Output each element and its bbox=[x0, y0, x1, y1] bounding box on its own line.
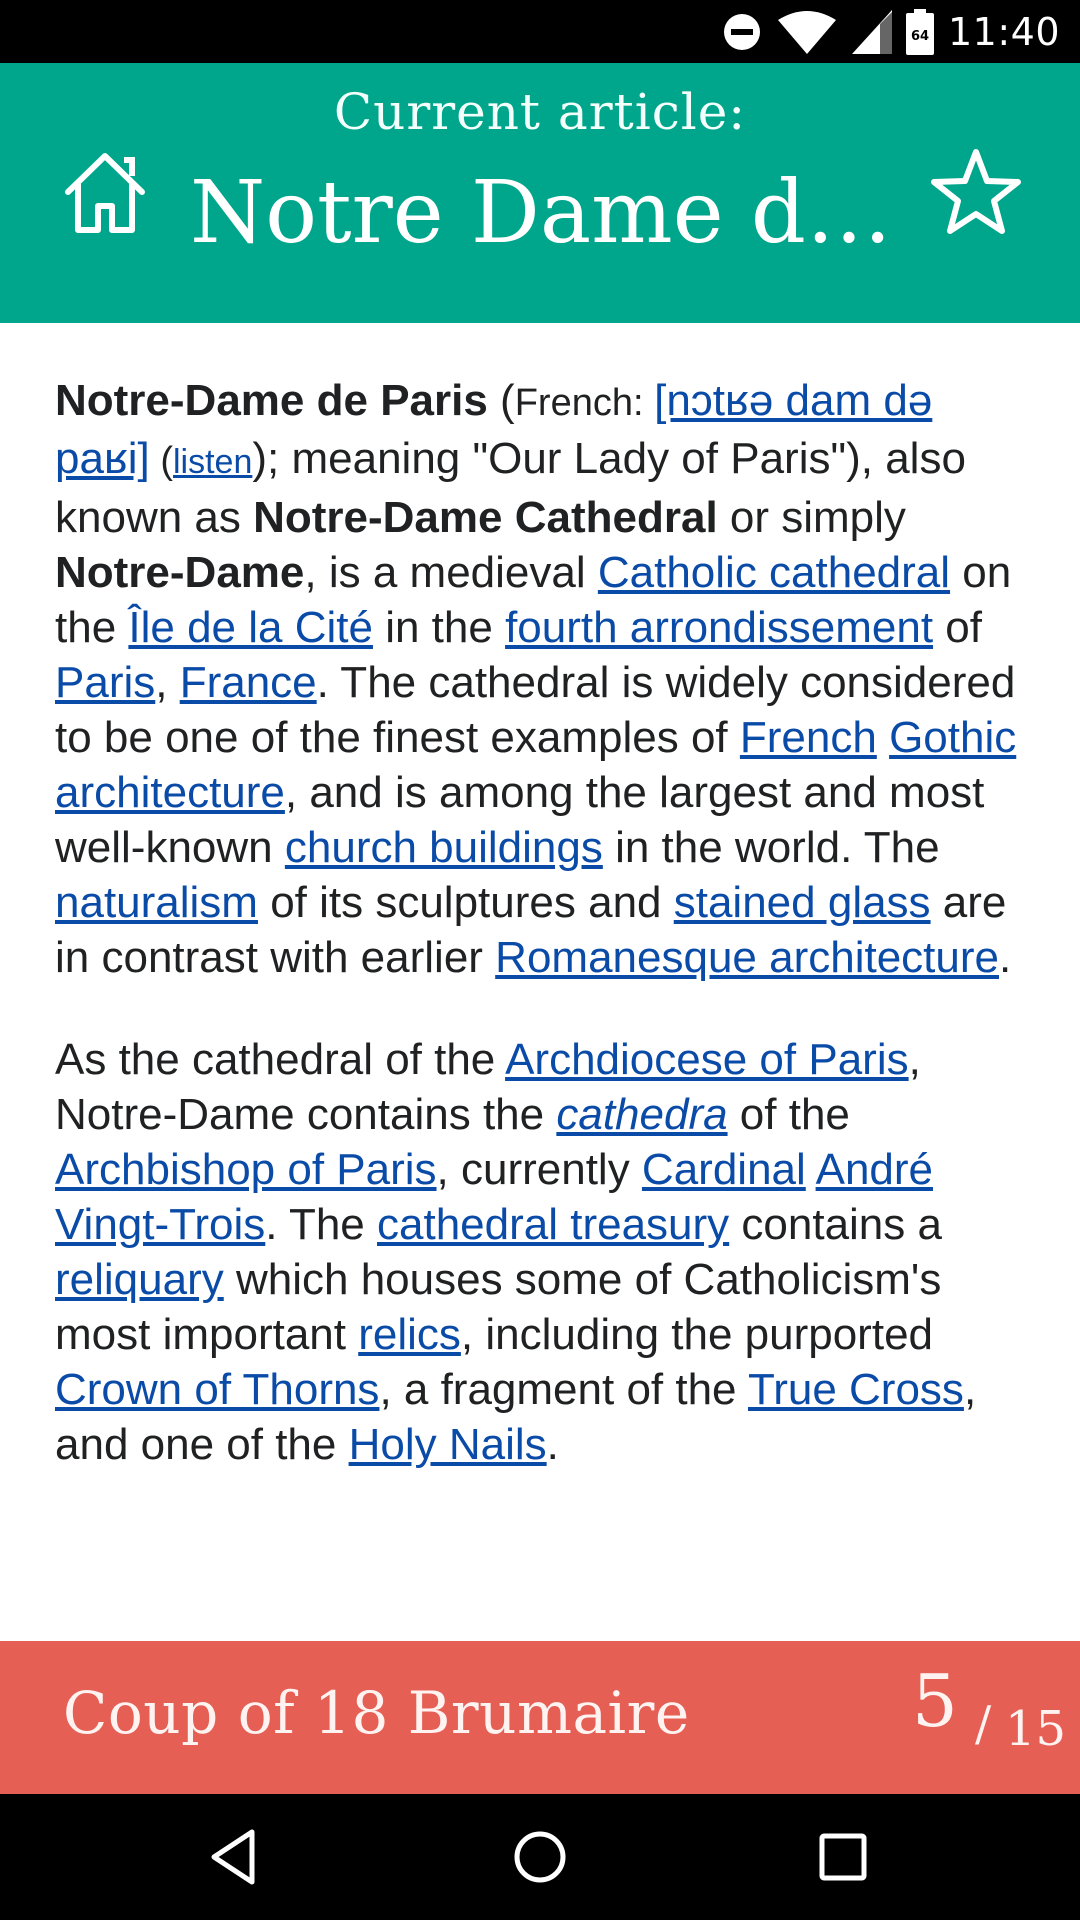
header-bar: Current article: Notre Dame de ... bbox=[0, 63, 1080, 323]
text-span: of bbox=[933, 603, 982, 652]
text-span: . The bbox=[265, 1200, 377, 1249]
text-span: , a fragment of the bbox=[379, 1365, 748, 1414]
link-church-buildings[interactable]: church buildings bbox=[285, 823, 603, 872]
text-span: in the world. The bbox=[602, 823, 940, 872]
home-button[interactable] bbox=[60, 148, 150, 238]
home-circle-icon bbox=[514, 1831, 566, 1883]
link-cathedral-treasury[interactable]: cathedral treasury bbox=[377, 1200, 729, 1249]
text-span: . bbox=[546, 1420, 559, 1469]
text-span: . bbox=[999, 933, 1012, 982]
status-bar: 64 11:40 bbox=[0, 0, 1080, 63]
back-button[interactable] bbox=[200, 1822, 270, 1892]
link-reliquary[interactable]: reliquary bbox=[55, 1255, 224, 1304]
article-content[interactable]: Notre-Dame de Paris (French: [nɔtʁə dam … bbox=[0, 323, 1080, 1641]
text-span bbox=[806, 1145, 816, 1194]
text-span: or simply bbox=[717, 493, 906, 542]
wifi-icon bbox=[777, 10, 836, 54]
favorite-button[interactable] bbox=[930, 146, 1022, 238]
text-span: of the bbox=[727, 1090, 850, 1139]
text-span bbox=[877, 713, 889, 762]
recents-icon bbox=[819, 1833, 867, 1881]
text-span: , including the purported bbox=[460, 1310, 934, 1359]
article-body: Notre-Dame de Paris (French: [nɔtʁə dam … bbox=[0, 323, 1080, 1472]
link-crown-of-thorns[interactable]: Crown of Thorns bbox=[55, 1365, 379, 1414]
status-time: 11:40 bbox=[947, 9, 1060, 54]
link-paris[interactable]: Paris bbox=[55, 658, 155, 707]
recents-button[interactable] bbox=[808, 1822, 878, 1892]
click-limit: 15 bbox=[1005, 1701, 1067, 1757]
text-span: ( bbox=[487, 376, 515, 425]
bold-text: Notre-Dame bbox=[55, 548, 305, 597]
click-count: 5 bbox=[912, 1659, 958, 1743]
cell-signal-icon bbox=[851, 9, 892, 54]
navigation-bar bbox=[0, 1794, 1080, 1920]
link-ile-de-la-cite[interactable]: Île de la Cité bbox=[128, 603, 373, 652]
link-cardinal[interactable]: Cardinal bbox=[642, 1145, 806, 1194]
link-france[interactable]: France bbox=[180, 658, 317, 707]
target-article-title: Coup of 18 Brumaire bbox=[63, 1679, 690, 1747]
bold-text: Notre-Dame Cathedral bbox=[253, 493, 718, 542]
link-holy-nails[interactable]: Holy Nails bbox=[349, 1420, 547, 1469]
link-stained-glass[interactable]: stained glass bbox=[674, 878, 931, 927]
text-span: As the cathedral of the bbox=[55, 1035, 506, 1084]
link-archdiocese-of-paris[interactable]: Archdiocese of Paris bbox=[505, 1035, 909, 1084]
status-icons: 64 11:40 bbox=[722, 0, 1060, 63]
link-relics[interactable]: relics bbox=[358, 1310, 461, 1359]
link-cathedra[interactable]: cathedra bbox=[556, 1090, 727, 1139]
count-separator: / bbox=[975, 1696, 992, 1752]
link-archbishop-of-paris[interactable]: Archbishop of Paris bbox=[55, 1145, 437, 1194]
target-article-bar: Coup of 18 Brumaire 5 / 15 bbox=[0, 1641, 1080, 1794]
home-nav-button[interactable] bbox=[505, 1822, 575, 1892]
link-fourth-arrondissement[interactable]: fourth arrondissement bbox=[505, 603, 933, 652]
link-true-cross[interactable]: True Cross bbox=[748, 1365, 964, 1414]
text-span: French: bbox=[514, 382, 655, 424]
current-article-title: Notre Dame de ... bbox=[190, 163, 900, 263]
text-span: , bbox=[155, 658, 180, 707]
link-french[interactable]: French bbox=[740, 713, 877, 762]
article-paragraph-1: Notre-Dame de Paris (French: [nɔtʁə dam … bbox=[55, 373, 1030, 985]
article-paragraph-2: As the cathedral of the Archdiocese of P… bbox=[55, 1032, 1030, 1472]
star-icon bbox=[931, 149, 1021, 234]
link-catholic-cathedral[interactable]: Catholic cathedral bbox=[598, 548, 950, 597]
header-subtitle: Current article: bbox=[333, 83, 747, 141]
back-icon bbox=[211, 1829, 255, 1885]
text-span: of its sculptures and bbox=[257, 878, 674, 927]
battery-icon: 64 bbox=[905, 8, 934, 55]
text-span: ( bbox=[149, 440, 173, 482]
home-icon bbox=[65, 153, 145, 233]
link-romanesque-architecture[interactable]: Romanesque architecture bbox=[495, 933, 999, 982]
text-span: in the bbox=[372, 603, 506, 652]
text-span: , is a medieval bbox=[304, 548, 598, 597]
svg-text:64: 64 bbox=[911, 29, 929, 44]
bold-text: Notre-Dame de Paris bbox=[55, 376, 488, 425]
text-span: , currently bbox=[436, 1145, 642, 1194]
do-not-disturb-icon bbox=[723, 13, 760, 50]
link-listen[interactable]: listen bbox=[173, 443, 252, 481]
link-naturalism[interactable]: naturalism bbox=[55, 878, 258, 927]
text-span: contains a bbox=[729, 1200, 942, 1249]
